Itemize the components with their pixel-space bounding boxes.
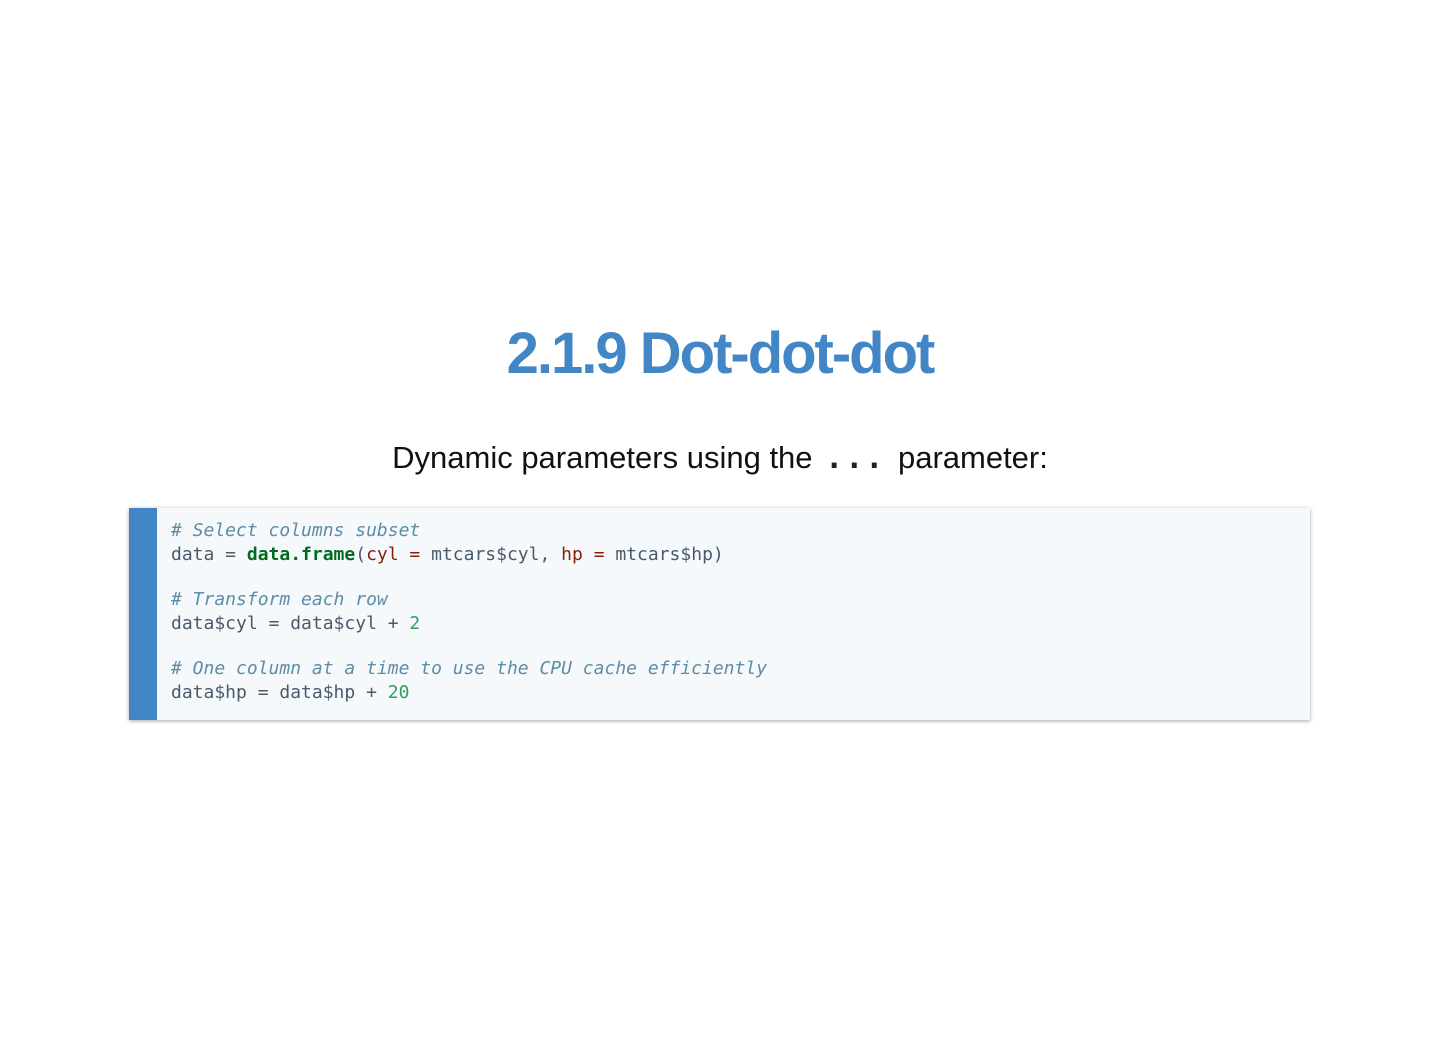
code-line-7: # One column at a time to use the CPU ca…	[171, 657, 1310, 681]
code-comment: # Transform each row	[171, 589, 388, 610]
code-number: 20	[387, 681, 410, 703]
code-lhs: data =	[171, 543, 247, 565]
intro-text-after: parameter:	[889, 440, 1048, 475]
code-comment: # Select columns subset	[171, 520, 421, 541]
slide-title: 2.1.9 Dot-dot-dot	[506, 321, 936, 386]
code-value: mtcars$cyl	[431, 543, 540, 565]
code-paren-open: (	[355, 543, 367, 565]
code-line-8: data$hp = data$hp + 20	[171, 681, 1310, 705]
code-line-4: # Transform each row	[171, 588, 1310, 612]
code-line-2: data = data.frame(cyl = mtcars$cyl, hp =…	[171, 543, 1310, 567]
code-line-5: data$cyl = data$cyl + 2	[171, 612, 1310, 636]
code-operator: =	[582, 543, 616, 565]
code-number: 2	[409, 612, 421, 634]
intro-paragraph: Dynamic parameters using the ... paramet…	[0, 438, 1440, 479]
code-value: mtcars$hp	[615, 543, 713, 565]
code-expression: data$cyl = data$cyl +	[171, 612, 410, 634]
code-paren-close: )	[712, 543, 724, 565]
code-function: data.frame	[246, 543, 356, 565]
code-comment: # One column at a time to use the CPU ca…	[171, 658, 768, 679]
code-block: # Select columns subset data = data.fram…	[129, 508, 1310, 720]
code-line-1: # Select columns subset	[171, 519, 1310, 543]
code-argument: cyl	[366, 543, 399, 565]
intro-text-before: Dynamic parameters using the	[392, 440, 822, 475]
dots-inline-code: ...	[825, 441, 886, 476]
code-comma: ,	[539, 543, 562, 565]
code-operator: =	[398, 543, 432, 565]
code-argument: hp	[561, 543, 583, 565]
code-expression: data$hp = data$hp +	[171, 681, 388, 703]
